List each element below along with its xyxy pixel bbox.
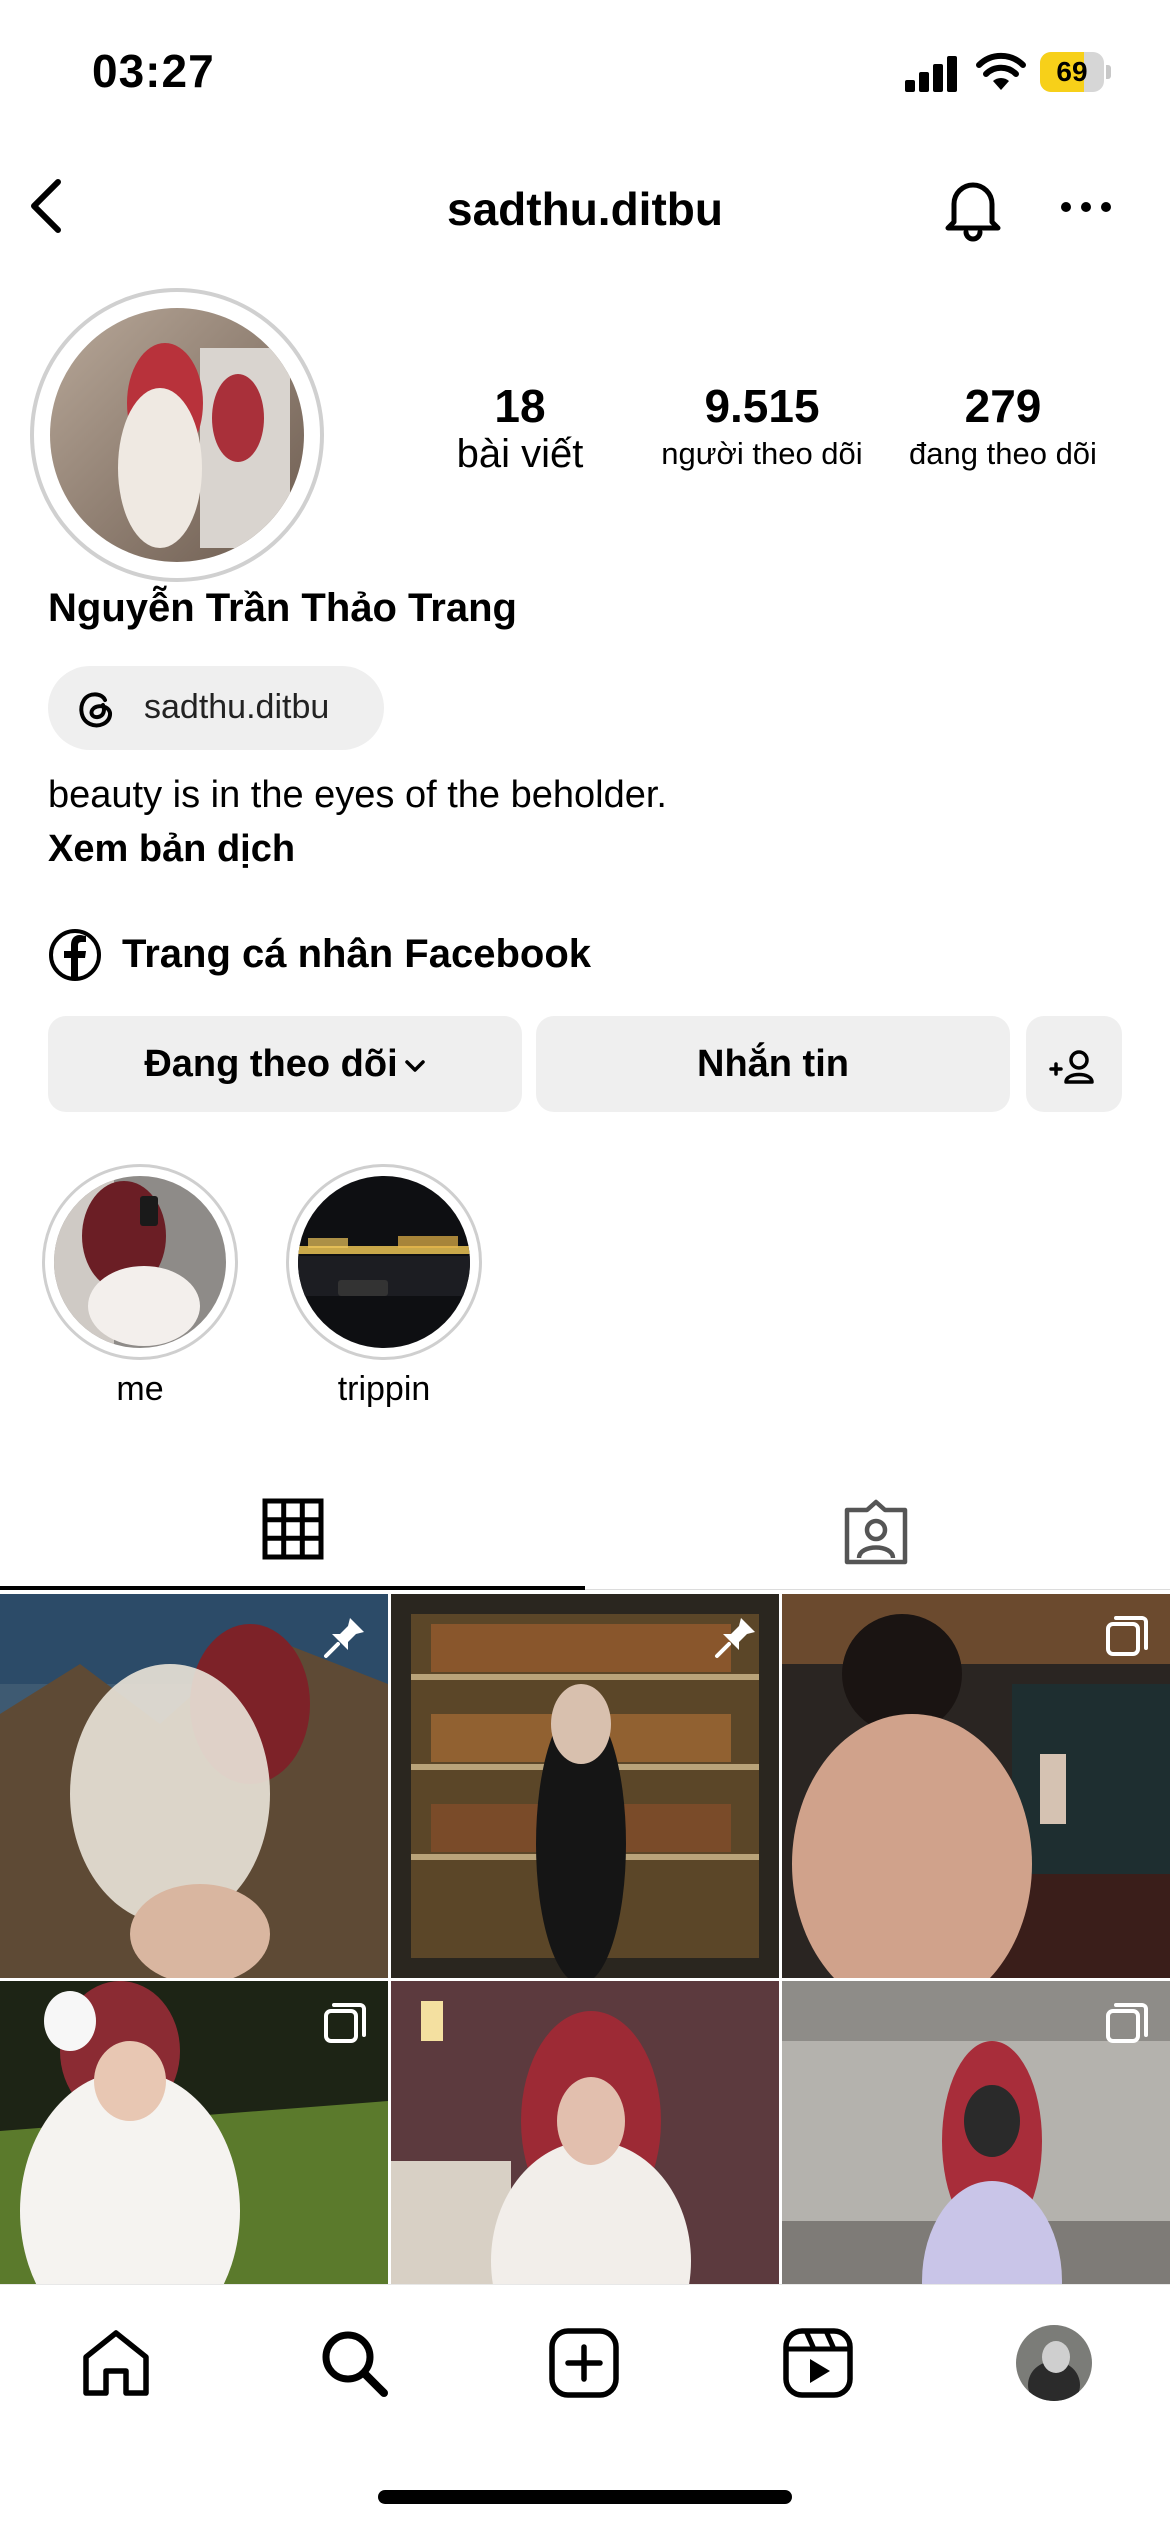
post-thumbnail[interactable] bbox=[391, 1981, 779, 2284]
grid-icon bbox=[262, 1498, 324, 1560]
cellular-signal-icon bbox=[905, 56, 957, 92]
following-button[interactable]: Đang theo dõi bbox=[48, 1016, 522, 1112]
see-translation-link[interactable]: Xem bản dịch bbox=[48, 828, 295, 871]
facebook-icon bbox=[49, 929, 101, 981]
post-thumbnail[interactable] bbox=[0, 1594, 388, 1978]
stat-following-count: 279 bbox=[964, 380, 1042, 432]
profile-full-name: Nguyễn Trần Thảo Trang bbox=[48, 586, 517, 630]
pin-icon bbox=[324, 1618, 364, 1658]
profile-avatar[interactable] bbox=[50, 308, 304, 562]
more-horizontal-icon[interactable] bbox=[1058, 182, 1114, 232]
tab-posts-grid[interactable] bbox=[0, 1480, 585, 1590]
wifi-icon bbox=[976, 52, 1026, 90]
threads-icon bbox=[79, 692, 112, 728]
post-thumbnail[interactable] bbox=[782, 1981, 1170, 2284]
bell-icon[interactable] bbox=[940, 172, 1006, 242]
stat-followers-count: 9.515 bbox=[704, 380, 820, 432]
reels-icon[interactable] bbox=[780, 2325, 856, 2401]
chevron-down-icon bbox=[404, 1060, 425, 1072]
stat-posts[interactable]: 18 bài viết bbox=[420, 378, 620, 474]
add-user-button[interactable] bbox=[1026, 1016, 1122, 1112]
search-icon[interactable] bbox=[316, 2325, 392, 2401]
battery-level: 69 bbox=[1056, 56, 1088, 87]
create-icon[interactable] bbox=[546, 2325, 622, 2401]
profile-header: sadthu.ditbu bbox=[0, 160, 1170, 250]
pin-icon bbox=[715, 1618, 755, 1658]
stat-followers-label: người theo dõi bbox=[661, 436, 863, 471]
status-time: 03:27 bbox=[92, 45, 215, 97]
posts-grid bbox=[0, 1594, 1170, 2284]
stat-posts-count: 18 bbox=[494, 380, 546, 432]
following-label: Đang theo dõi bbox=[144, 1043, 398, 1085]
carousel-icon bbox=[1106, 2003, 1148, 2043]
add-user-icon bbox=[1049, 1050, 1094, 1084]
status-bar: 03:27 69 bbox=[0, 0, 1170, 150]
carousel-icon bbox=[1106, 1616, 1148, 1656]
post-thumbnail[interactable] bbox=[782, 1594, 1170, 1978]
message-button[interactable]: Nhắn tin bbox=[536, 1016, 1010, 1112]
facebook-link-label: Trang cá nhân Facebook bbox=[122, 932, 592, 976]
home-indicator bbox=[378, 2490, 792, 2504]
stat-followers[interactable]: 9.515 người theo dõi bbox=[640, 378, 884, 474]
highlight-label: trippin bbox=[337, 1370, 431, 1408]
carousel-icon bbox=[324, 2003, 366, 2043]
tab-tagged[interactable] bbox=[585, 1480, 1170, 1590]
post-thumbnail[interactable] bbox=[0, 1981, 388, 2284]
stat-posts-label: bài viết bbox=[456, 432, 584, 476]
post-thumbnail[interactable] bbox=[391, 1594, 779, 1978]
stat-following[interactable]: 279 đang theo dõi bbox=[888, 378, 1118, 474]
threads-badge-button[interactable]: sadthu.ditbu bbox=[48, 666, 384, 750]
threads-handle: sadthu.ditbu bbox=[144, 688, 330, 726]
tagged-icon bbox=[844, 1499, 908, 1565]
profile-bio: beauty is in the eyes of the beholder. bbox=[48, 774, 667, 816]
battery-indicator: 69 bbox=[1040, 52, 1111, 92]
highlight-label: me bbox=[116, 1370, 164, 1408]
stat-following-label: đang theo dõi bbox=[909, 436, 1097, 471]
home-icon[interactable] bbox=[78, 2325, 154, 2401]
profile-avatar[interactable] bbox=[1016, 2325, 1092, 2401]
